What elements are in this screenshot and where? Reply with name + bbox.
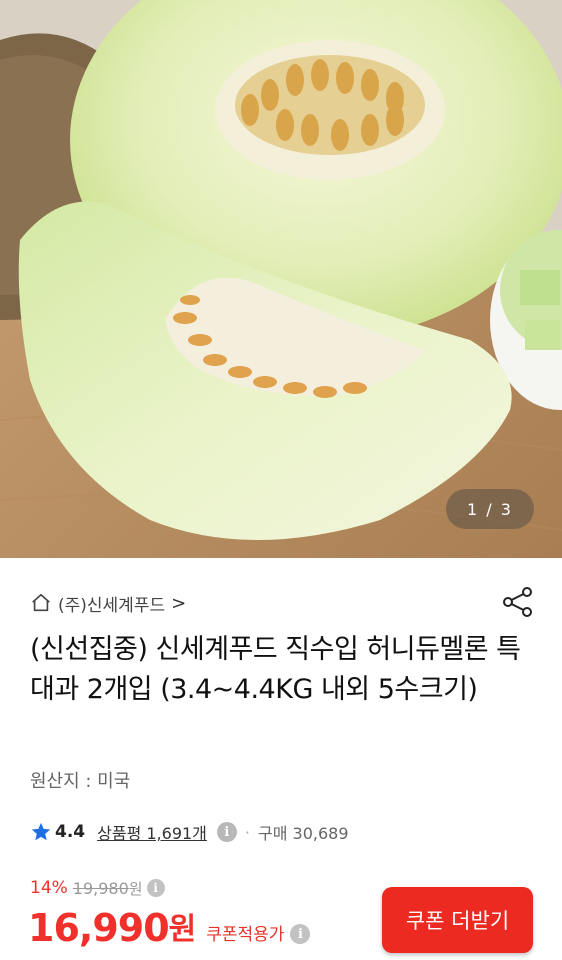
coupon-price-label: 쿠폰적용가 [206,925,285,945]
discount-rate: 14% [30,878,68,898]
info-icon[interactable]: i [216,822,237,842]
product-origin: 원산지 : 미국 [30,771,131,792]
purchase-count: 구매 30,689 [258,824,349,843]
rating-row: 4.4 상품평 1,691개 i · 구매 30,689 [30,818,349,846]
product-title: (신선집중) 신세계푸드 직수입 허니듀멜론 특대과 2개입 (3.4~4.4K… [30,634,521,705]
coupon-download-button[interactable]: 쿠폰 더받기 [382,887,533,953]
seller-link[interactable]: (주)신세계푸드 > [30,590,186,616]
share-icon[interactable] [500,584,536,620]
sale-price-row: 16,990 원 쿠폰적용가 i [28,904,311,950]
sale-price: 16,990 [28,906,170,950]
original-price-unit: 원 [128,879,143,898]
separator-dot: · [244,822,250,842]
original-price-row: 14% 19,980 원 i [30,876,165,900]
sale-price-unit: 원 [168,912,197,947]
rating-score: 4.4 [55,822,86,842]
coupon-info-icon[interactable]: i [290,924,311,944]
star-icon [31,822,51,841]
melon-photo [0,0,562,558]
product-image[interactable]: 1 / 3 [0,0,562,558]
image-counter: 1 / 3 [446,489,534,529]
seller-name: (주)신세계푸드 [58,595,166,616]
home-icon [32,593,50,612]
chevron-right-icon: > [171,592,187,614]
original-price: 19,980 [72,878,129,898]
review-count-link[interactable]: 상품평 1,691개 [97,820,207,844]
price-info-icon[interactable]: i [146,879,165,897]
